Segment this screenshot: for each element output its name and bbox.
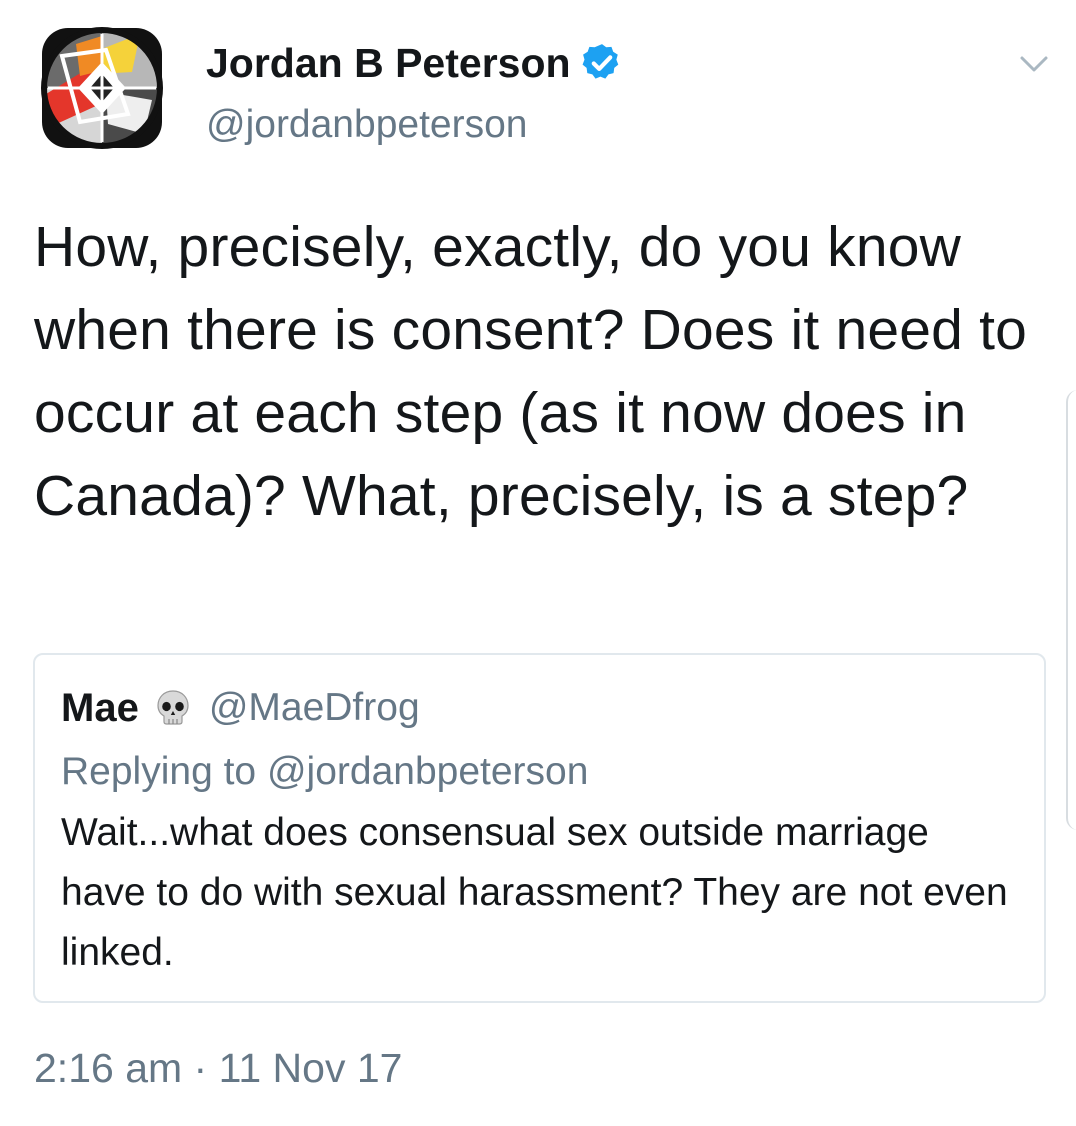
tweet-timestamp[interactable]: 2:16 am · 11 Nov 17 xyxy=(34,1040,402,1096)
quoted-tweet-text: Wait...what does consensual sex outside … xyxy=(61,811,1008,974)
edge-divider xyxy=(1066,390,1076,830)
author-avatar[interactable] xyxy=(36,22,168,154)
author-handle[interactable]: @jordanbpeterson xyxy=(206,98,527,152)
author-name-text[interactable]: Jordan B Peterson xyxy=(206,36,571,90)
tweet-text: How, precisely, exactly, do you know whe… xyxy=(34,215,1028,528)
quoted-tweet-card[interactable]: Mae @MaeDfrog Replying to @jordanbpeters… xyxy=(33,653,1046,1003)
skull-icon xyxy=(153,688,193,728)
verified-badge-icon xyxy=(581,42,623,84)
timestamp-separator: · xyxy=(182,1045,219,1091)
replying-to-mention[interactable]: @jordanbpeterson xyxy=(267,750,588,793)
quoted-author-name: Mae xyxy=(61,685,139,730)
replying-to-line: Replying to @jordanbpeterson xyxy=(61,743,588,801)
timestamp-date[interactable]: 11 Nov 17 xyxy=(219,1045,403,1091)
abstract-logo-avatar-icon xyxy=(41,27,163,149)
author-name[interactable]: Jordan B Peterson xyxy=(206,36,623,90)
quoted-author-handle: @MaeDfrog xyxy=(208,686,420,729)
timestamp-time[interactable]: 2:16 am xyxy=(34,1045,182,1091)
replying-to-prefix: Replying to xyxy=(61,750,267,793)
chevron-down-icon[interactable] xyxy=(1014,44,1054,84)
quoted-tweet-header: Mae @MaeDfrog xyxy=(61,679,420,737)
